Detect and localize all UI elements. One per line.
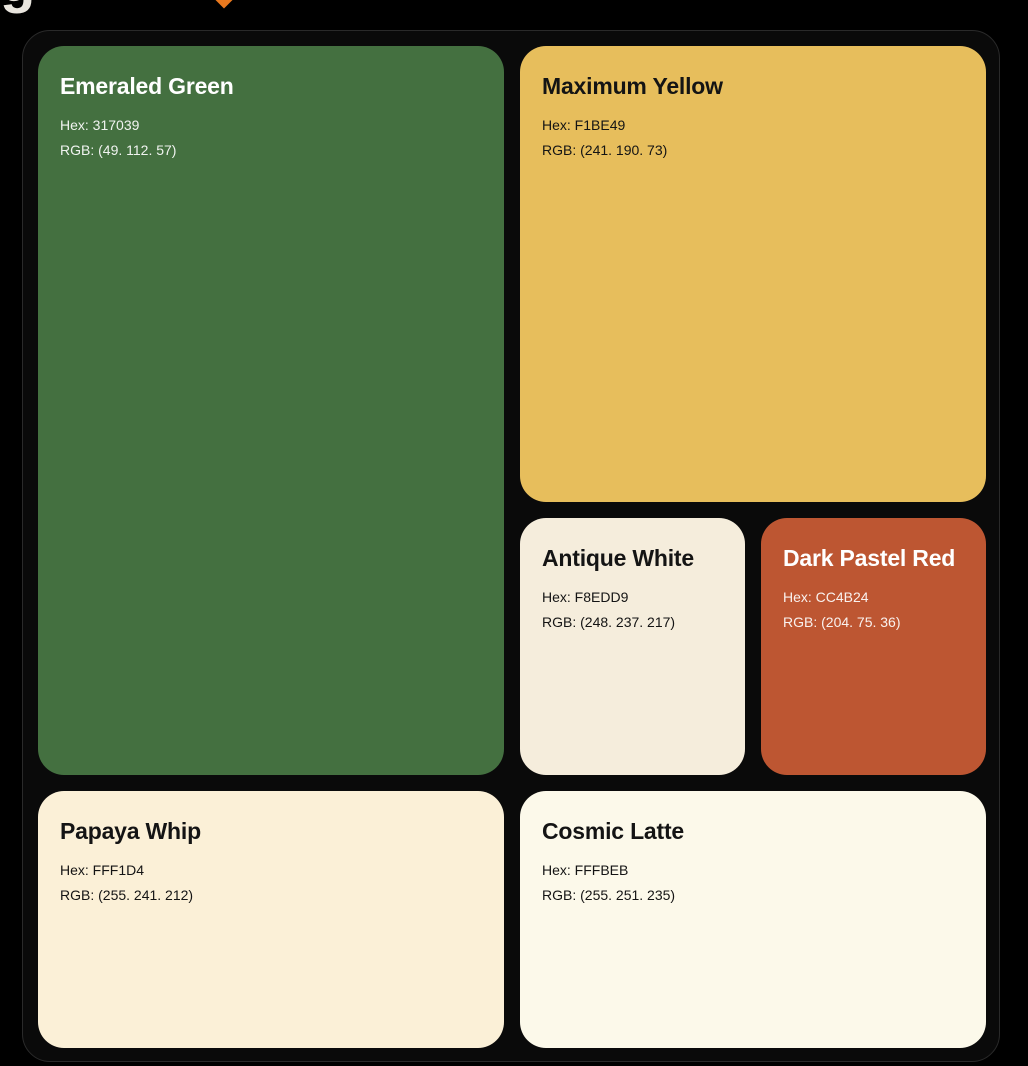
color-hex: Hex: FFF1D4 — [60, 862, 145, 879]
color-hex: Hex: F8EDD9 — [542, 589, 629, 606]
orange-accent-mark — [215, 0, 233, 9]
color-hex: Hex: CC4B24 — [783, 589, 869, 606]
color-name: Cosmic Latte — [542, 818, 685, 844]
color-hex: Hex: 317039 — [60, 117, 140, 134]
color-rgb: RGB: (49. 112. 57) — [60, 142, 177, 159]
color-hex: Hex: F1BE49 — [542, 117, 626, 134]
color-rgb: RGB: (255. 241. 212) — [60, 887, 194, 904]
color-hex: Hex: FFFBEB — [542, 862, 629, 879]
color-rgb: RGB: (241. 190. 73) — [542, 142, 668, 159]
color-rgb: RGB: (248. 237. 217) — [542, 614, 676, 631]
color-name: Maximum Yellow — [542, 73, 723, 99]
color-card-papaya-whip: Papaya Whip Hex: FFF1D4 RGB: (255. 241. … — [38, 791, 504, 1048]
color-name: Papaya Whip — [60, 818, 201, 844]
cropped-heading-fragment: g — [0, 0, 35, 15]
color-name: Dark Pastel Red — [783, 545, 956, 571]
color-name: Emeraled Green — [60, 73, 234, 99]
color-rgb: RGB: (255. 251. 235) — [542, 887, 676, 904]
color-rgb: RGB: (204. 75. 36) — [783, 614, 901, 631]
color-card-cosmic-latte: Cosmic Latte Hex: FFFBEB RGB: (255. 251.… — [520, 791, 986, 1048]
color-card-dark-pastel-red: Dark Pastel Red Hex: CC4B24 RGB: (204. 7… — [761, 518, 986, 775]
color-name: Antique White — [542, 545, 694, 571]
color-card-antique-white: Antique White Hex: F8EDD9 RGB: (248. 237… — [520, 518, 745, 775]
palette-panel: Emeraled Green Hex: 317039 RGB: (49. 112… — [22, 30, 1000, 1062]
color-card-maximum-yellow: Maximum Yellow Hex: F1BE49 RGB: (241. 19… — [520, 46, 986, 502]
color-card-emeraled-green: Emeraled Green Hex: 317039 RGB: (49. 112… — [38, 46, 504, 775]
